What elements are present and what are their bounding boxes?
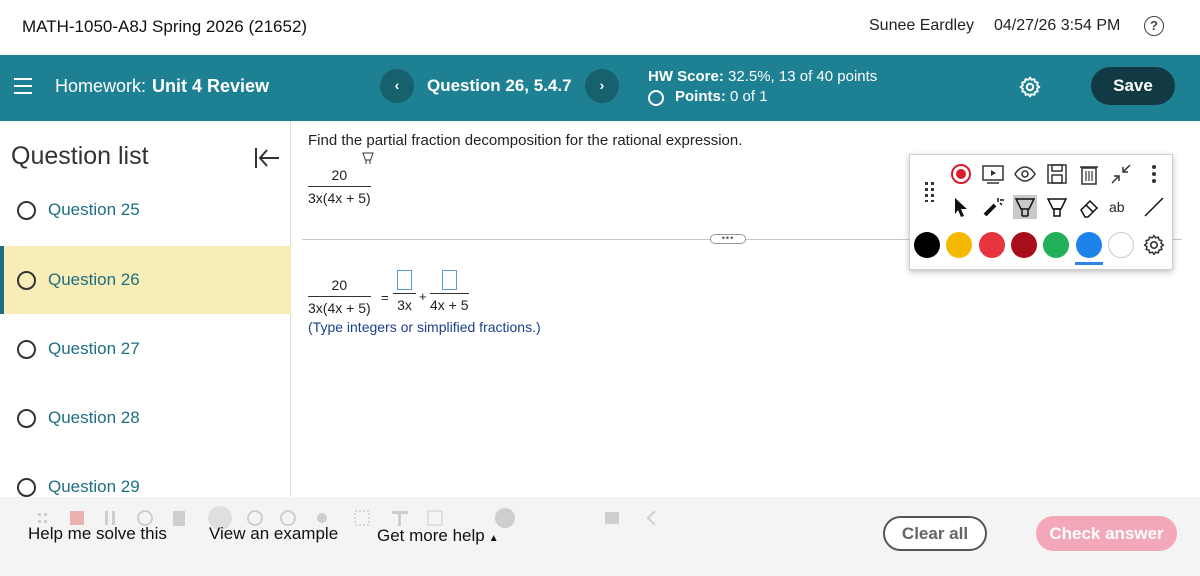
question-prompt: Find the partial fraction decomposition … xyxy=(308,132,743,149)
points-status-icon xyxy=(648,90,664,106)
rational-expression: 20 3x(4x + 5) xyxy=(308,167,371,206)
top-bar: MATH-1050-A8J Spring 2026 (21652) Sunee … xyxy=(0,0,1200,55)
question-label: Question 29 xyxy=(48,477,140,496)
date-time: 04/27/26 3:54 PM xyxy=(994,17,1121,34)
next-question-button[interactable]: › xyxy=(585,69,619,103)
question-title[interactable]: Question 26, 5.4.7 xyxy=(427,76,572,96)
record-icon[interactable] xyxy=(949,162,973,186)
highlighter-cursor-icon xyxy=(362,152,374,164)
highlighter-icon[interactable] xyxy=(1013,195,1037,219)
question-label: Question 25 xyxy=(48,200,140,219)
term-2-denominator: 4x + 5 xyxy=(430,297,469,313)
answer-term-1: 3x xyxy=(393,270,416,313)
equation-lhs: 20 3x(4x + 5) xyxy=(308,277,371,316)
expression-denominator: 3x(4x + 5) xyxy=(308,190,371,206)
question-status-icon xyxy=(17,201,36,220)
toolbar-settings-gear-icon[interactable] xyxy=(1142,233,1166,257)
help-icon[interactable]: ? xyxy=(1144,16,1164,36)
color-swatch-blue[interactable] xyxy=(1076,232,1102,258)
collapse-arrows-icon[interactable] xyxy=(1109,162,1133,186)
color-swatch-dark-red[interactable] xyxy=(1011,232,1037,258)
question-label: Question 26 xyxy=(48,270,140,289)
color-swatch-white[interactable] xyxy=(1108,232,1134,258)
question-status-icon xyxy=(17,478,36,497)
course-title: MATH-1050-A8J Spring 2026 (21652) xyxy=(22,17,308,36)
trash-icon[interactable] xyxy=(1077,162,1101,186)
eraser-icon[interactable] xyxy=(1077,195,1101,219)
lhs-numerator: 20 xyxy=(308,277,371,297)
answer-input-1[interactable] xyxy=(397,270,412,290)
answer-term-2: 4x + 5 xyxy=(430,270,469,313)
view-example-button[interactable]: View an example xyxy=(209,524,338,544)
question-list-item[interactable]: Question 25 xyxy=(0,176,291,244)
question-list-item[interactable]: Question 27 xyxy=(0,315,291,383)
marker-icon[interactable] xyxy=(1045,195,1069,219)
homework-title: Homework: Unit 4 Review xyxy=(55,76,269,97)
question-list-sidebar: Question list Question 25 Question 26 Qu… xyxy=(0,121,291,501)
save-drawing-icon[interactable] xyxy=(1045,162,1069,186)
get-more-help-label: Get more help xyxy=(377,526,485,545)
color-swatch-red[interactable] xyxy=(979,232,1005,258)
answer-input-1-wrap xyxy=(393,270,416,294)
term-1-denominator: 3x xyxy=(397,297,412,313)
question-label: Question 27 xyxy=(48,339,140,358)
settings-gear-icon[interactable] xyxy=(1018,75,1042,99)
color-swatch-yellow[interactable] xyxy=(946,232,972,258)
hw-score: HW Score: 32.5%, 13 of 40 points xyxy=(648,67,877,87)
answer-input-2-wrap xyxy=(430,270,469,294)
drag-grip-icon[interactable] xyxy=(924,181,936,203)
hw-score-label: HW Score: xyxy=(648,68,724,85)
question-list-item[interactable]: Question 28 xyxy=(0,384,291,452)
color-swatch-green[interactable] xyxy=(1043,232,1069,258)
points-value: 0 of 1 xyxy=(730,88,768,105)
get-more-help-button[interactable]: Get more help ▲ xyxy=(377,526,499,546)
points-label: Points: xyxy=(675,88,726,105)
save-button[interactable]: Save xyxy=(1091,67,1175,105)
equals-sign: = xyxy=(381,290,389,305)
score-panel: HW Score: 32.5%, 13 of 40 points Points:… xyxy=(648,67,877,107)
menu-icon[interactable] xyxy=(14,78,32,94)
question-status-icon xyxy=(17,340,36,359)
pane-resize-handle[interactable]: ••• xyxy=(710,234,746,244)
more-options-icon[interactable] xyxy=(1142,162,1166,186)
homework-name: Unit 4 Review xyxy=(152,76,270,96)
hw-score-value: 32.5%, 13 of 40 points xyxy=(728,68,878,85)
question-status-icon xyxy=(17,271,36,290)
check-answer-button[interactable]: Check answer xyxy=(1036,516,1177,551)
homework-bar: Homework: Unit 4 Review ‹ Question 26, 5.… xyxy=(0,55,1200,121)
answer-input-2[interactable] xyxy=(441,270,457,290)
drawing-toolbar: ab xyxy=(909,154,1173,270)
selected-color-indicator xyxy=(1075,262,1103,265)
question-status-icon xyxy=(17,409,36,428)
laser-pointer-icon[interactable] xyxy=(981,195,1005,219)
clear-all-button[interactable]: Clear all xyxy=(883,516,987,551)
help-me-solve-button[interactable]: Help me solve this xyxy=(28,524,167,544)
line-tool-icon[interactable] xyxy=(1142,195,1166,219)
answer-hint: (Type integers or simplified fractions.) xyxy=(308,319,541,335)
lhs-denominator: 3x(4x + 5) xyxy=(308,300,371,316)
question-list-item-active[interactable]: Question 26 xyxy=(0,246,291,314)
plus-sign: + xyxy=(419,289,427,304)
question-label: Question 28 xyxy=(48,408,140,427)
collapse-sidebar-icon[interactable] xyxy=(253,145,281,171)
text-tool-icon[interactable]: ab xyxy=(1109,195,1133,219)
eye-icon[interactable] xyxy=(1013,162,1037,186)
points-row: Points: 0 of 1 xyxy=(648,87,877,107)
homework-label: Homework: xyxy=(55,76,147,96)
expression-numerator: 20 xyxy=(308,167,371,187)
caret-up-icon: ▲ xyxy=(488,533,499,544)
color-swatch-black[interactable] xyxy=(914,232,940,258)
question-list-title: Question list xyxy=(11,142,149,170)
previous-question-button[interactable]: ‹ xyxy=(380,69,414,103)
user-name[interactable]: Sunee Eardley xyxy=(869,17,974,35)
screen-video-icon[interactable] xyxy=(981,162,1005,186)
pointer-icon[interactable] xyxy=(949,195,973,219)
